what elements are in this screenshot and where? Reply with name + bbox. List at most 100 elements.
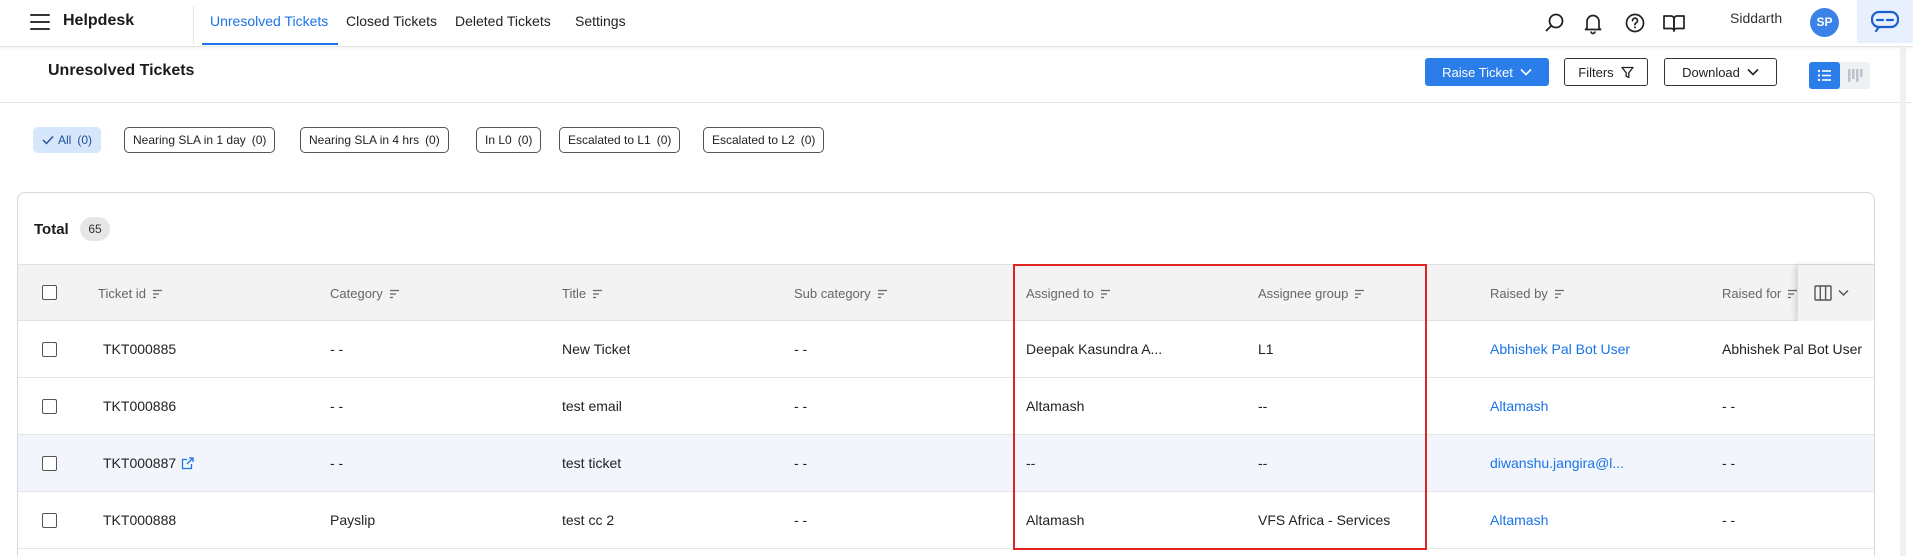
filter-chip-all[interactable]: All (0)	[33, 127, 102, 153]
table-row[interactable]: TKT000887 - - test ticket - - -- -- diwa…	[18, 435, 1874, 492]
external-link-icon[interactable]	[181, 457, 194, 470]
raised-by-link[interactable]: Altamash	[1490, 398, 1548, 414]
column-header-label: Category	[330, 286, 383, 301]
board-view-button[interactable]	[1840, 62, 1870, 89]
title-cell: test email	[562, 398, 622, 414]
filter-chip-label: All	[58, 133, 72, 147]
total-label: Total	[34, 221, 69, 238]
filter-chip-in-l0[interactable]: In L0 (0)	[476, 127, 542, 153]
raised-by-link[interactable]: Abhishek Pal Bot User	[1490, 341, 1630, 357]
sort-icon[interactable]	[389, 289, 400, 299]
filter-chip-label: Escalated to L1	[568, 133, 651, 147]
row-checkbox[interactable]	[42, 399, 57, 414]
filter-chip-count: (0)	[800, 133, 816, 147]
column-header-raised-by[interactable]: Raised by	[1490, 286, 1565, 301]
bell-icon[interactable]	[1581, 11, 1605, 35]
raised-for-cell: - -	[1722, 455, 1736, 471]
nav-divider	[193, 6, 194, 44]
page-scrollbar[interactable]	[1900, 47, 1906, 556]
assignee-group-cell: --	[1258, 398, 1268, 414]
filter-icon	[1621, 66, 1634, 78]
column-header-assigned-to[interactable]: Assigned to	[1026, 286, 1111, 301]
filter-chip-escalated-l2[interactable]: Escalated to L2 (0)	[703, 127, 825, 153]
assignee-group-cell: VFS Africa - Services	[1258, 512, 1391, 528]
sort-icon[interactable]	[877, 289, 888, 299]
filter-chip-sla-4-hrs[interactable]: Nearing SLA in 4 hrs (0)	[300, 127, 449, 153]
filter-chip-label: Escalated to L2	[712, 133, 795, 147]
download-button[interactable]: Download	[1664, 58, 1777, 86]
column-header-label: Sub category	[794, 286, 871, 301]
assigned-to-cell: Deepak Kasundra A...	[1026, 341, 1163, 357]
avatar[interactable]: SP	[1810, 8, 1839, 37]
sort-icon[interactable]	[152, 289, 163, 299]
ticket-id-cell[interactable]: TKT000888	[103, 512, 176, 528]
user-name: Siddarth	[1730, 10, 1783, 26]
top-navbar: Helpdesk Unresolved Tickets Closed Ticke…	[0, 0, 1913, 47]
column-header-title[interactable]: Title	[562, 286, 603, 301]
product-logo[interactable]	[1857, 0, 1913, 43]
sort-icon[interactable]	[1100, 289, 1111, 299]
column-header-label: Title	[562, 286, 587, 301]
column-header-label: Ticket id	[98, 286, 146, 301]
filter-chip-count: (0)	[251, 133, 267, 147]
column-header-category[interactable]: Category	[330, 286, 400, 301]
title-cell: test ticket	[562, 455, 622, 471]
category-cell: - -	[330, 341, 344, 357]
raise-ticket-button[interactable]: Raise Ticket	[1425, 58, 1549, 86]
table-row[interactable]: TKT000885 - - New Ticket - - Deepak Kasu…	[18, 321, 1874, 378]
hamburger-menu-icon[interactable]	[30, 14, 50, 30]
ticket-id-cell[interactable]: TKT000885	[103, 341, 176, 357]
raised-for-cell: Abhishek Pal Bot User	[1722, 341, 1863, 357]
column-header-raised-for[interactable]: Raised for	[1722, 286, 1798, 301]
title-cell: New Ticket	[562, 341, 631, 357]
sort-icon[interactable]	[592, 289, 603, 299]
column-header-label: Raised by	[1490, 286, 1548, 301]
select-all-checkbox[interactable]	[42, 285, 57, 300]
row-checkbox[interactable]	[42, 342, 57, 357]
column-picker-button[interactable]	[1798, 265, 1874, 322]
help-icon[interactable]	[1623, 11, 1647, 35]
assignee-group-cell: L1	[1258, 341, 1274, 357]
header-divider	[0, 102, 1913, 103]
sort-icon[interactable]	[1554, 289, 1565, 299]
row-checkbox[interactable]	[42, 456, 57, 471]
tab-closed-tickets[interactable]: Closed Tickets	[346, 13, 437, 29]
chevron-down-icon	[1520, 68, 1532, 76]
category-cell: - -	[330, 398, 344, 414]
tickets-table-card: Total 65 Ticket id Category Title Sub ca…	[17, 192, 1875, 556]
raise-ticket-label: Raise Ticket	[1442, 64, 1513, 80]
filter-chip-count: (0)	[77, 133, 93, 147]
sort-icon[interactable]	[1787, 289, 1798, 299]
category-cell: Payslip	[330, 512, 376, 528]
filter-chip-count: (0)	[517, 133, 533, 147]
download-label: Download	[1682, 64, 1740, 80]
columns-icon	[1814, 285, 1849, 301]
sub-category-cell: - -	[794, 341, 808, 357]
sub-category-cell: - -	[794, 455, 808, 471]
raised-by-link[interactable]: diwanshu.jangira@l...	[1490, 455, 1624, 471]
column-header-sub-category[interactable]: Sub category	[794, 286, 888, 301]
assignee-group-cell: --	[1258, 455, 1268, 471]
table-row[interactable]: TKT000888 Payslip test cc 2 - - Altamash…	[18, 492, 1874, 549]
table-row[interactable]: TKT000886 - - test email - - Altamash --…	[18, 378, 1874, 435]
raised-by-link[interactable]: Altamash	[1490, 512, 1548, 528]
ticket-id-cell[interactable]: TKT000886	[103, 398, 176, 414]
row-checkbox[interactable]	[42, 513, 57, 528]
assigned-to-cell: Altamash	[1026, 398, 1085, 414]
filter-chip-sla-1-day[interactable]: Nearing SLA in 1 day (0)	[124, 127, 276, 153]
search-icon[interactable]	[1543, 11, 1567, 35]
ticket-id-cell[interactable]: TKT000887	[103, 455, 176, 471]
filter-chip-escalated-l1[interactable]: Escalated to L1 (0)	[559, 127, 681, 153]
book-icon[interactable]	[1661, 11, 1687, 35]
tab-deleted-tickets[interactable]: Deleted Tickets	[455, 13, 551, 29]
sort-icon[interactable]	[1354, 289, 1365, 299]
filter-chip-label: Nearing SLA in 1 day	[133, 133, 246, 147]
list-view-button[interactable]	[1809, 62, 1840, 89]
column-header-assignee-group[interactable]: Assignee group	[1258, 286, 1365, 301]
tab-unresolved-tickets[interactable]: Unresolved Tickets	[210, 13, 328, 29]
tab-settings[interactable]: Settings	[575, 13, 626, 29]
filters-button[interactable]: Filters	[1564, 58, 1648, 86]
column-header-ticket-id[interactable]: Ticket id	[98, 286, 163, 301]
filter-chip-label: In L0	[485, 133, 512, 147]
column-header-label: Assignee group	[1258, 286, 1349, 301]
